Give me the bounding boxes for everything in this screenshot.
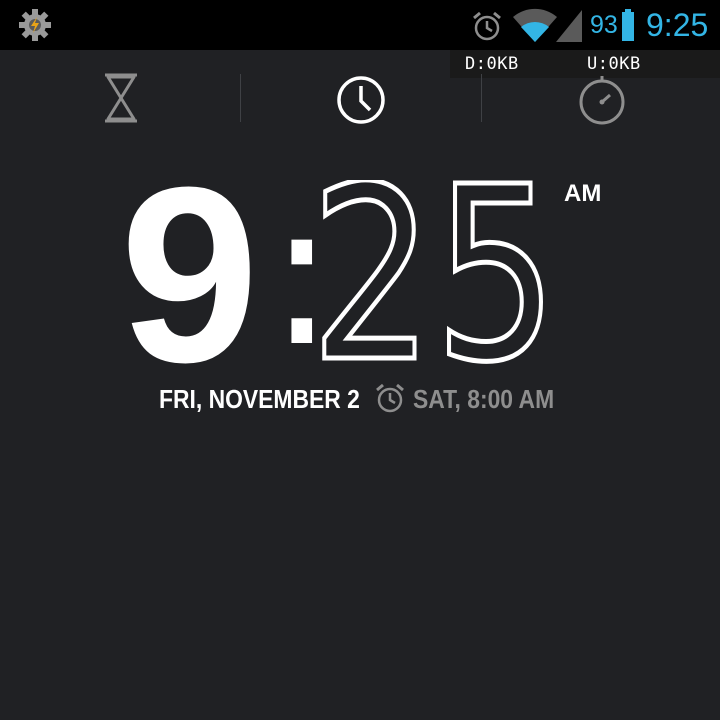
status-bar-time: 9:25: [646, 7, 709, 43]
battery-icon: [622, 9, 634, 41]
cell-signal-icon: [556, 10, 582, 42]
stopwatch-icon[interactable]: [576, 74, 628, 126]
tab-bar: [0, 66, 720, 130]
clock-ampm: AM: [564, 180, 602, 207]
alarm-clock-icon: [473, 11, 501, 41]
clock-minutes: 25: [310, 180, 560, 366]
current-date: FRI, NOVEMBER 2: [159, 384, 360, 414]
battery-percentage: 93: [590, 11, 618, 39]
clock-hour: 9: [120, 135, 259, 414]
tab-divider: [481, 74, 482, 122]
next-alarm[interactable]: SAT, 8:00 AM: [413, 382, 554, 416]
status-bar: 93 9:25: [0, 0, 720, 50]
tab-divider: [240, 74, 241, 122]
tasker-gear-icon[interactable]: [18, 8, 52, 42]
wifi-icon: [513, 8, 557, 42]
alarm-clock-icon: [376, 383, 404, 413]
clock-minutes-text: 25: [310, 180, 558, 366]
hourglass-icon[interactable]: [101, 72, 141, 124]
clock-icon[interactable]: [335, 74, 387, 126]
